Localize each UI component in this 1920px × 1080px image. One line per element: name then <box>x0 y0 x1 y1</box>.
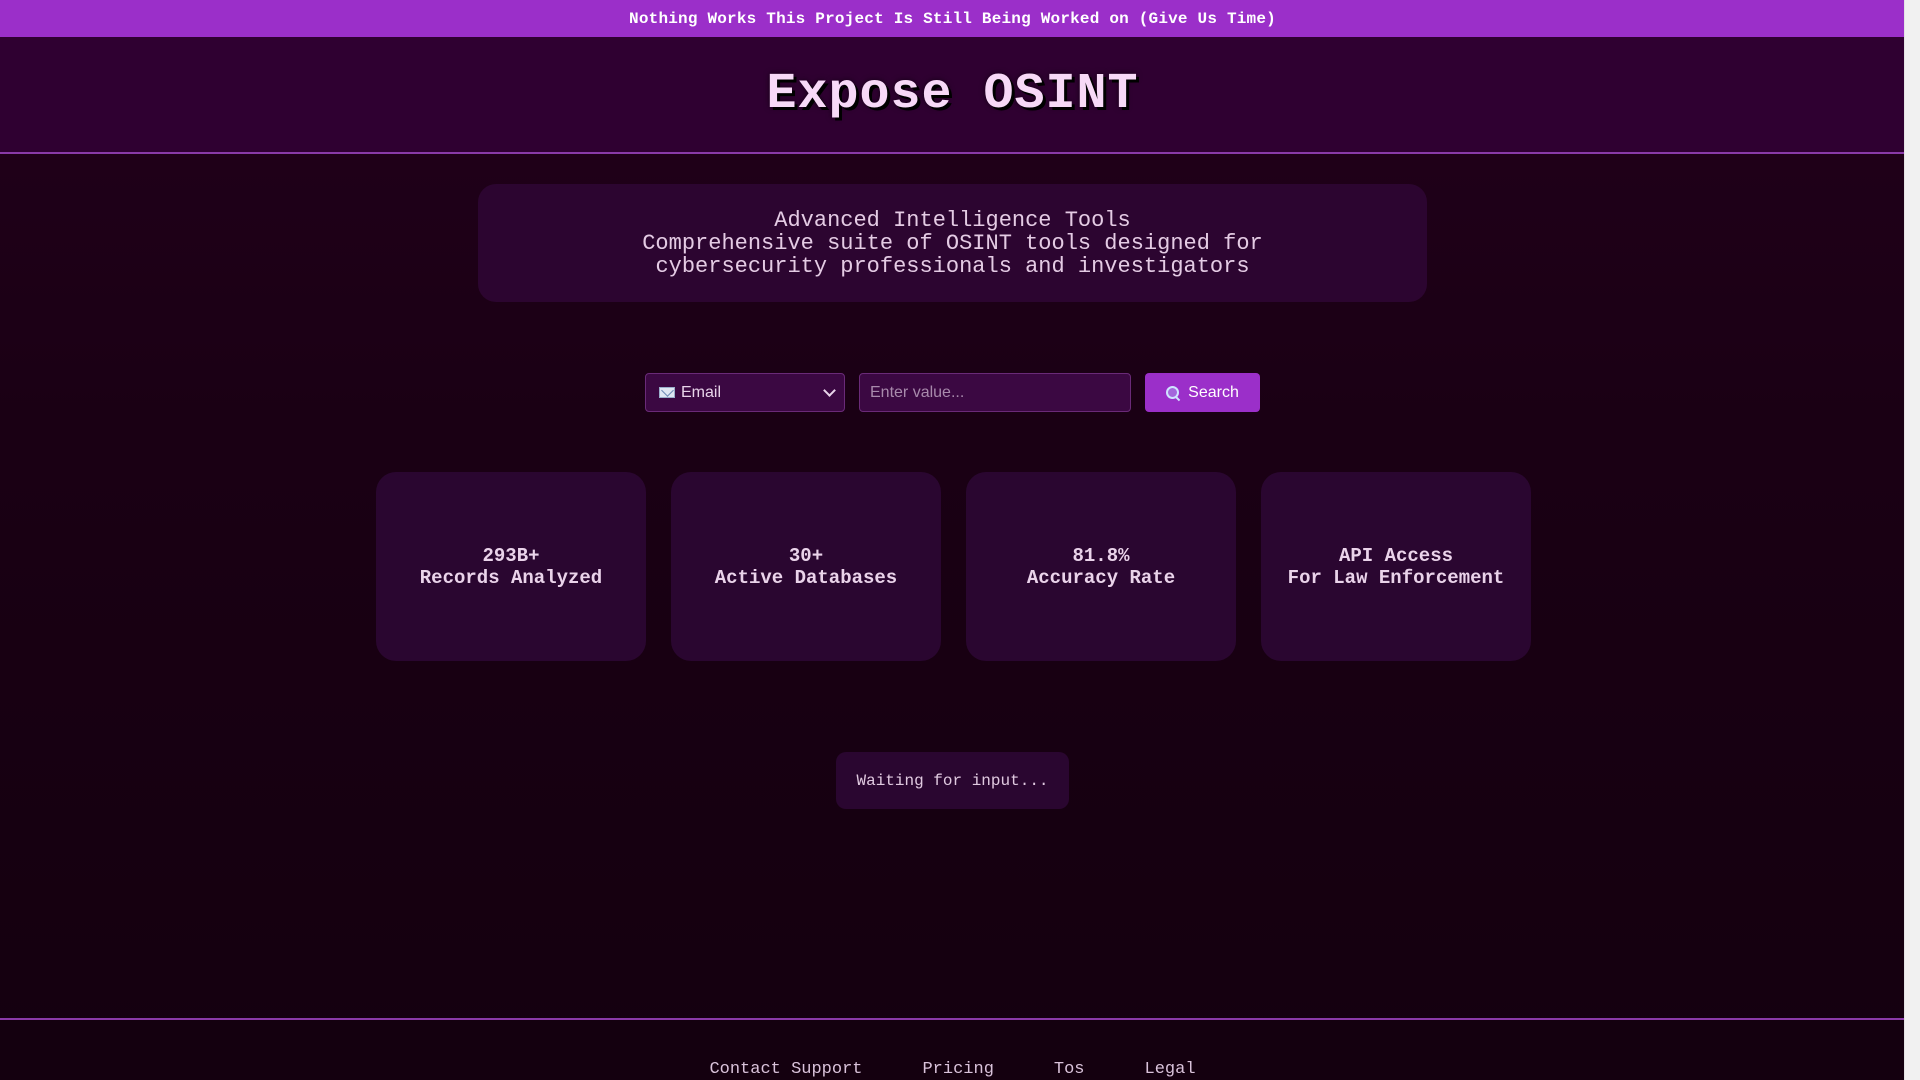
stat-value: 30+ <box>788 544 824 567</box>
site-title: Expose OSINT <box>766 66 1139 123</box>
hero-panel: Advanced Intelligence Tools Comprehensiv… <box>478 184 1427 302</box>
page: Nothing Works This Project Is Still Bein… <box>0 0 1920 1080</box>
search-button[interactable]: Search <box>1145 373 1260 412</box>
stat-label: For Law Enforcement <box>1287 566 1505 589</box>
stat-label: Active Databases <box>714 566 898 589</box>
footer-links: Contact Support Pricing Tos Legal <box>0 1060 1905 1079</box>
site-footer: Contact Support Pricing Tos Legal <box>0 1018 1905 1080</box>
site-header: Expose OSINT <box>0 37 1905 154</box>
chevron-down-icon <box>823 384 836 397</box>
hero-title: Advanced Intelligence Tools <box>774 207 1131 233</box>
search-icon <box>1166 385 1180 400</box>
notice-banner-text: Nothing Works This Project Is Still Bein… <box>629 9 1276 28</box>
stat-card-records: 293B+ Records Analyzed <box>376 472 646 661</box>
footer-link-legal[interactable]: Legal <box>1145 1060 1196 1079</box>
search-button-label: Search <box>1188 383 1239 401</box>
vertical-scrollbar[interactable] <box>1904 0 1920 1080</box>
stats-row: 293B+ Records Analyzed 30+ Active Databa… <box>376 472 1531 661</box>
stat-card-databases: 30+ Active Databases <box>671 472 941 661</box>
search-bar: Email Search <box>0 373 1905 412</box>
footer-link-contact-support[interactable]: Contact Support <box>709 1060 862 1079</box>
stat-label: Records Analyzed <box>419 566 603 589</box>
stat-value: API Access <box>1338 544 1454 567</box>
search-input[interactable] <box>859 373 1131 412</box>
status-text: Waiting for input... <box>856 771 1049 790</box>
search-type-select[interactable]: Email <box>645 373 845 412</box>
stat-card-accuracy: 81.8% Accuracy Rate <box>966 472 1236 661</box>
stat-value: 81.8% <box>1072 544 1130 567</box>
search-type-selected: Email <box>681 383 722 401</box>
hero-subtitle: Comprehensive suite of OSINT tools desig… <box>642 230 1263 279</box>
envelope-icon <box>659 387 675 398</box>
footer-link-pricing[interactable]: Pricing <box>922 1060 993 1079</box>
stat-value: 293B+ <box>482 544 540 567</box>
notice-banner: Nothing Works This Project Is Still Bein… <box>0 0 1905 37</box>
footer-link-tos[interactable]: Tos <box>1054 1060 1085 1079</box>
stat-label: Accuracy Rate <box>1026 566 1176 589</box>
status-message: Waiting for input... <box>836 752 1069 809</box>
stat-card-api-access: API Access For Law Enforcement <box>1261 472 1531 661</box>
